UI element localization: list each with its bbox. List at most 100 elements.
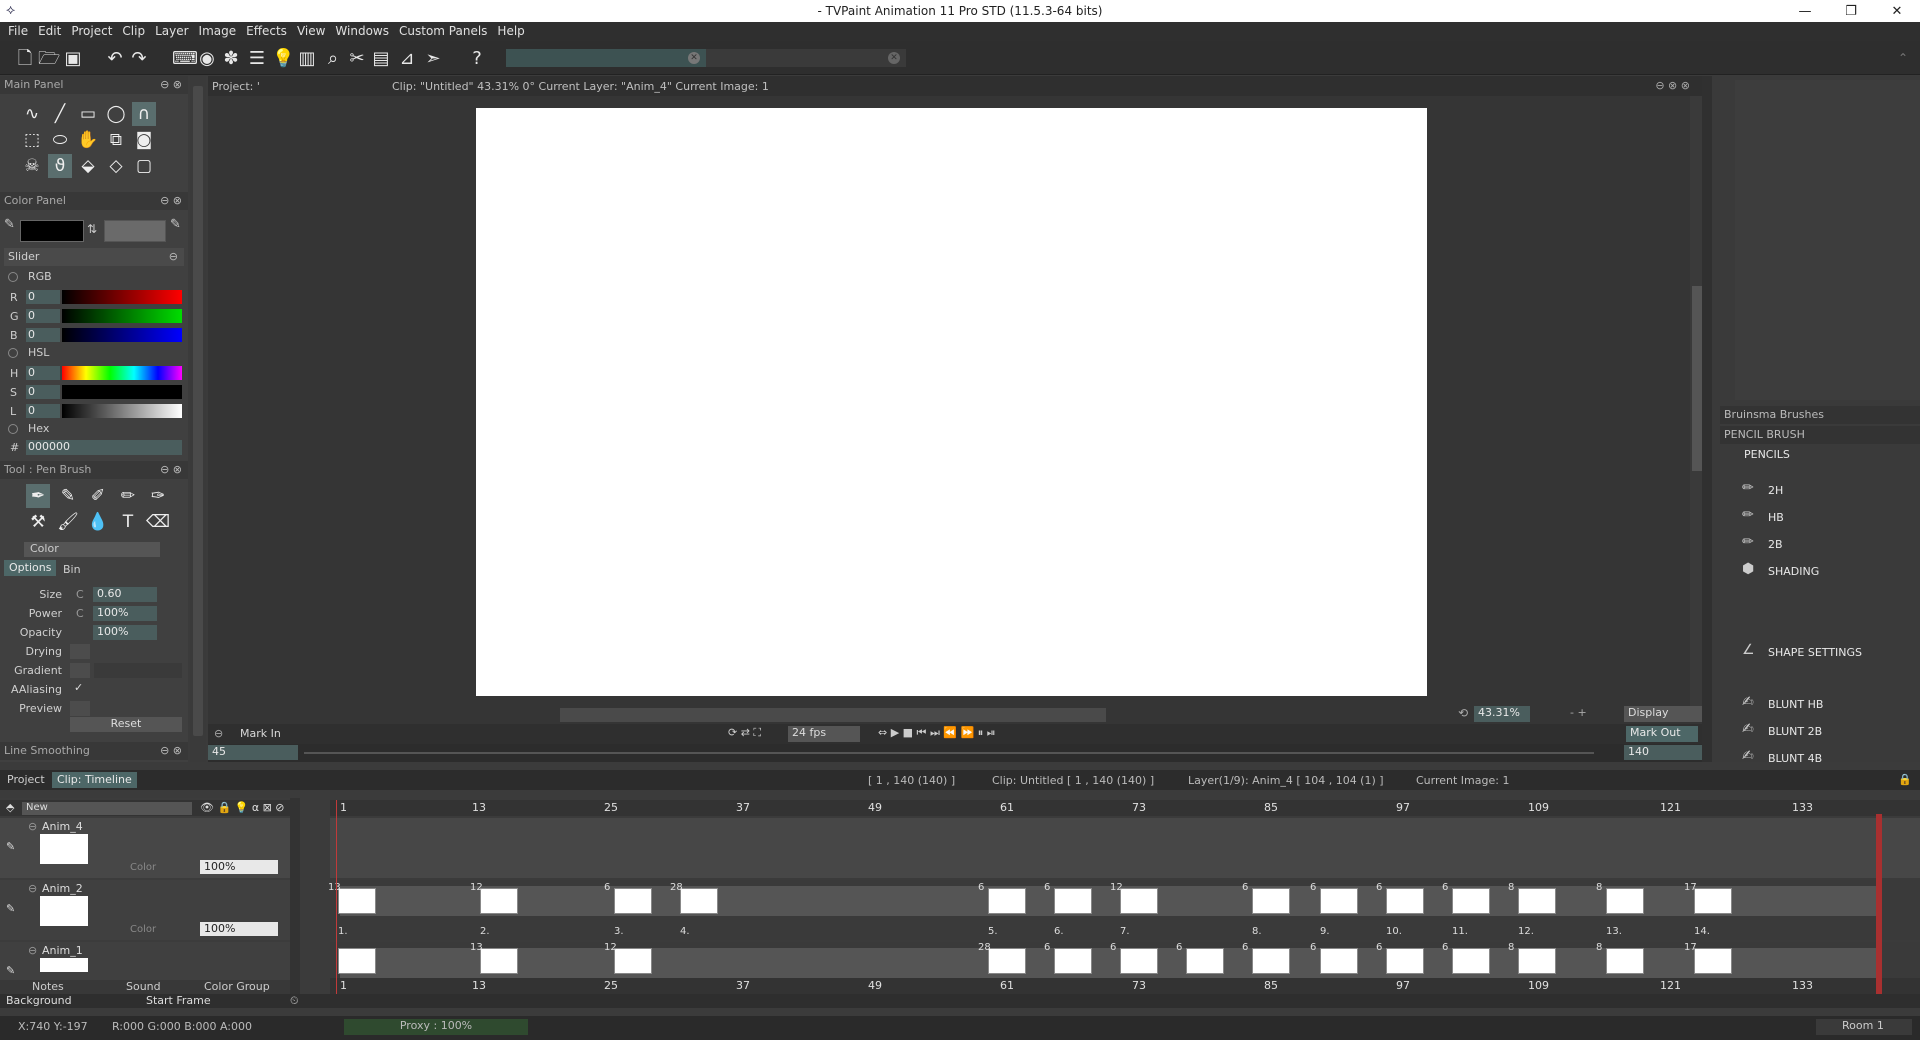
- select-lasso-icon[interactable]: ⬭: [48, 128, 72, 152]
- timeline-cel[interactable]: [338, 888, 376, 914]
- timeline-cel[interactable]: [1320, 888, 1358, 914]
- new-layer-select[interactable]: New: [22, 802, 192, 815]
- hand-icon[interactable]: ✋: [76, 128, 100, 152]
- fill-icon[interactable]: ⬙: [76, 154, 100, 178]
- size-input[interactable]: 0.60: [93, 587, 157, 602]
- lasso-icon[interactable]: ◯: [104, 102, 128, 126]
- eyedropper-icon[interactable]: ✎: [4, 217, 15, 232]
- canvas-horizontal-scrollbar[interactable]: [560, 708, 1106, 722]
- g-slider[interactable]: [62, 309, 182, 323]
- brush-item-hb[interactable]: ✏ HB: [1742, 507, 1912, 529]
- rectangle-icon[interactable]: ▭: [76, 102, 100, 126]
- left-panel-scrollbar[interactable]: [190, 76, 206, 762]
- send-icon[interactable]: ➣: [422, 48, 444, 70]
- eyedropper-icon[interactable]: ✎: [170, 217, 181, 232]
- timeline-cel[interactable]: [1518, 948, 1556, 974]
- layer-opacity[interactable]: 100%: [200, 860, 278, 874]
- l-slider[interactable]: [62, 404, 182, 418]
- s-value[interactable]: 0: [26, 385, 60, 399]
- redo-icon[interactable]: ↷: [128, 48, 150, 70]
- timeline-ruler-top[interactable]: 1 13 25 37 49 61 73 85 97 109 121 133: [330, 800, 1920, 816]
- mark-in-input[interactable]: 45: [208, 745, 298, 760]
- panel-close-icon[interactable]: ⊖ ⊗: [160, 78, 182, 91]
- brush-item-2h[interactable]: ✏ 2H: [1742, 480, 1912, 502]
- timeline-cel[interactable]: [1452, 888, 1490, 914]
- menu-file[interactable]: File: [6, 22, 36, 41]
- display-select[interactable]: Display: [1624, 706, 1704, 722]
- scissors-icon[interactable]: ✂: [346, 48, 368, 70]
- timeline-cel[interactable]: [1320, 948, 1358, 974]
- s-slider[interactable]: [62, 385, 182, 399]
- secondary-color-swatch[interactable]: [104, 220, 166, 242]
- pencil-icon[interactable]: ✑: [146, 484, 170, 508]
- bezier-icon[interactable]: ∩: [132, 102, 156, 126]
- open-folder-icon[interactable]: 🗁: [38, 48, 60, 70]
- warp-icon[interactable]: ϑ: [48, 154, 72, 178]
- line-icon[interactable]: ╱: [48, 102, 72, 126]
- timeline-cel[interactable]: [1694, 888, 1732, 914]
- menu-windows[interactable]: Windows: [333, 22, 397, 41]
- drying-checkbox[interactable]: [70, 644, 90, 659]
- menu-view[interactable]: View: [295, 22, 333, 41]
- undo-icon[interactable]: ↶: [104, 48, 126, 70]
- felt-pen-icon[interactable]: ✐: [86, 484, 110, 508]
- timeline-cel[interactable]: [1452, 948, 1490, 974]
- layer-row-anim-1[interactable]: Anim_1 ⊖ ✎: [0, 942, 290, 982]
- frame-scrubber[interactable]: 45 140: [208, 744, 1702, 762]
- power-input[interactable]: 100%: [93, 606, 157, 621]
- h-value[interactable]: 0: [26, 366, 60, 380]
- timeline-cel[interactable]: [338, 948, 376, 974]
- b-slider[interactable]: [62, 328, 182, 342]
- brush-item-blunt-2b[interactable]: ✍ BLUNT 2B: [1742, 721, 1912, 743]
- hex-radio[interactable]: [8, 424, 18, 434]
- tab-bin[interactable]: Bin: [58, 562, 86, 578]
- menu-help[interactable]: Help: [495, 22, 532, 41]
- b-value[interactable]: 0: [26, 328, 60, 342]
- collapse-icon[interactable]: ⊖: [28, 820, 37, 833]
- r-slider[interactable]: [62, 290, 182, 304]
- timeline-cel[interactable]: [1252, 948, 1290, 974]
- mark-out-input[interactable]: 140: [1624, 745, 1702, 760]
- film-icon[interactable]: ▤: [370, 48, 392, 70]
- timeline-cel[interactable]: [1386, 948, 1424, 974]
- help-icon[interactable]: ?: [466, 48, 488, 70]
- toolbar-field-2[interactable]: [706, 49, 906, 67]
- timeline-cel[interactable]: [680, 888, 718, 914]
- transform-icon[interactable]: ◇: [104, 154, 128, 178]
- mark-out-button[interactable]: Mark Out: [1626, 726, 1698, 742]
- shape-settings-item[interactable]: ∠ SHAPE SETTINGS: [1742, 642, 1912, 664]
- layer-column-scrollbar[interactable]: [290, 798, 300, 994]
- timeline-cel[interactable]: [1054, 888, 1092, 914]
- current-frame-marker[interactable]: [336, 800, 337, 994]
- clear-icon[interactable]: ✕: [888, 52, 900, 64]
- airbrush-icon[interactable]: ⚒: [26, 510, 50, 534]
- timeline-cel[interactable]: [1694, 948, 1732, 974]
- color-wheel-icon[interactable]: ◉: [196, 48, 218, 70]
- toolbar-field-1[interactable]: [506, 49, 706, 67]
- graph-icon[interactable]: ⊿: [396, 48, 418, 70]
- timeline-cel[interactable]: [988, 888, 1026, 914]
- timeline-cel[interactable]: [480, 888, 518, 914]
- menu-layer[interactable]: Layer: [153, 22, 196, 41]
- tab-options[interactable]: Options: [4, 560, 57, 576]
- l-value[interactable]: 0: [26, 404, 60, 418]
- swap-colors-icon[interactable]: ⇅: [87, 222, 97, 236]
- collapse-icon[interactable]: ⊖: [28, 882, 37, 895]
- brush-item-blunt-hb[interactable]: ✍ BLUNT HB: [1742, 694, 1912, 716]
- track-anim-4[interactable]: [330, 818, 1920, 878]
- menu-edit[interactable]: Edit: [36, 22, 69, 41]
- hsl-radio[interactable]: [8, 348, 18, 358]
- timeline-cel[interactable]: [1252, 888, 1290, 914]
- layer-row-anim-4[interactable]: Anim_4 ⊖ ✎ Color 100%: [0, 818, 290, 878]
- lock-icon[interactable]: 🔒: [1898, 773, 1912, 786]
- tab-clip-timeline[interactable]: Clip: Timeline: [52, 772, 137, 788]
- brush-item-shading[interactable]: ⬢ SHADING: [1742, 561, 1912, 583]
- restore-icon[interactable]: ❐: [1828, 0, 1874, 22]
- playback-controls-icon[interactable]: ⇔ ▶ ■ ⏮ ⏭ ⏪ ⏩ ⏸ ⏯: [878, 726, 996, 740]
- water-drop-icon[interactable]: 💧: [86, 510, 110, 534]
- chalk-icon[interactable]: ✏: [116, 484, 140, 508]
- expand-icon[interactable]: ⌃: [1898, 51, 1908, 65]
- primary-color-swatch[interactable]: [20, 220, 84, 242]
- r-value[interactable]: 0: [26, 290, 60, 304]
- timeline-cel[interactable]: [1186, 948, 1224, 974]
